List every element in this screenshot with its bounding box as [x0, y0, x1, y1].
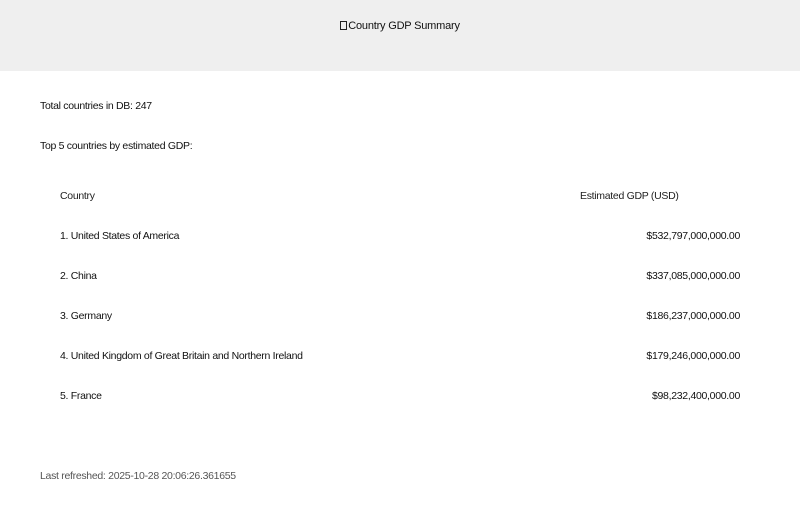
gdp-table: Country Estimated GDP (USD) 1. United St… — [40, 183, 760, 423]
country-cell: 5. France — [60, 390, 102, 402]
header-bar: Country GDP Summary — [0, 0, 800, 71]
table-row: 2. China $337,085,000,000.00 — [40, 263, 760, 303]
page-title: Country GDP Summary — [0, 19, 800, 33]
gdp-cell: $532,797,000,000.00 — [646, 230, 740, 242]
gdp-cell: $98,232,400,000.00 — [651, 390, 740, 402]
table-row: 3. Germany $186,237,000,000.00 — [40, 303, 760, 343]
table-row: 4. United Kingdom of Great Britain and N… — [40, 343, 760, 383]
page-title-text: Country GDP Summary — [348, 20, 460, 32]
country-cell: 4. United Kingdom of Great Britain and N… — [60, 350, 303, 362]
country-cell: 3. Germany — [60, 310, 112, 322]
gdp-cell: $186,237,000,000.00 — [646, 310, 740, 322]
table-row: 1. United States of America $532,797,000… — [40, 223, 760, 263]
column-header-gdp: Estimated GDP (USD) — [580, 190, 679, 202]
table-row: 5. France $98,232,400,000.00 — [40, 383, 760, 423]
total-countries-text: Total countries in DB: 247 — [40, 100, 152, 112]
document-icon — [340, 21, 348, 30]
gdp-cell: $179,246,000,000.00 — [646, 350, 740, 362]
table-header-row: Country Estimated GDP (USD) — [40, 183, 760, 223]
last-refreshed-text: Last refreshed: 2025-10-28 20:06:26.3616… — [40, 470, 236, 482]
country-cell: 1. United States of America — [60, 230, 180, 242]
gdp-cell: $337,085,000,000.00 — [646, 270, 740, 282]
top-countries-heading: Top 5 countries by estimated GDP: — [40, 140, 193, 152]
column-header-country: Country — [60, 190, 95, 202]
country-cell: 2. China — [60, 270, 97, 282]
